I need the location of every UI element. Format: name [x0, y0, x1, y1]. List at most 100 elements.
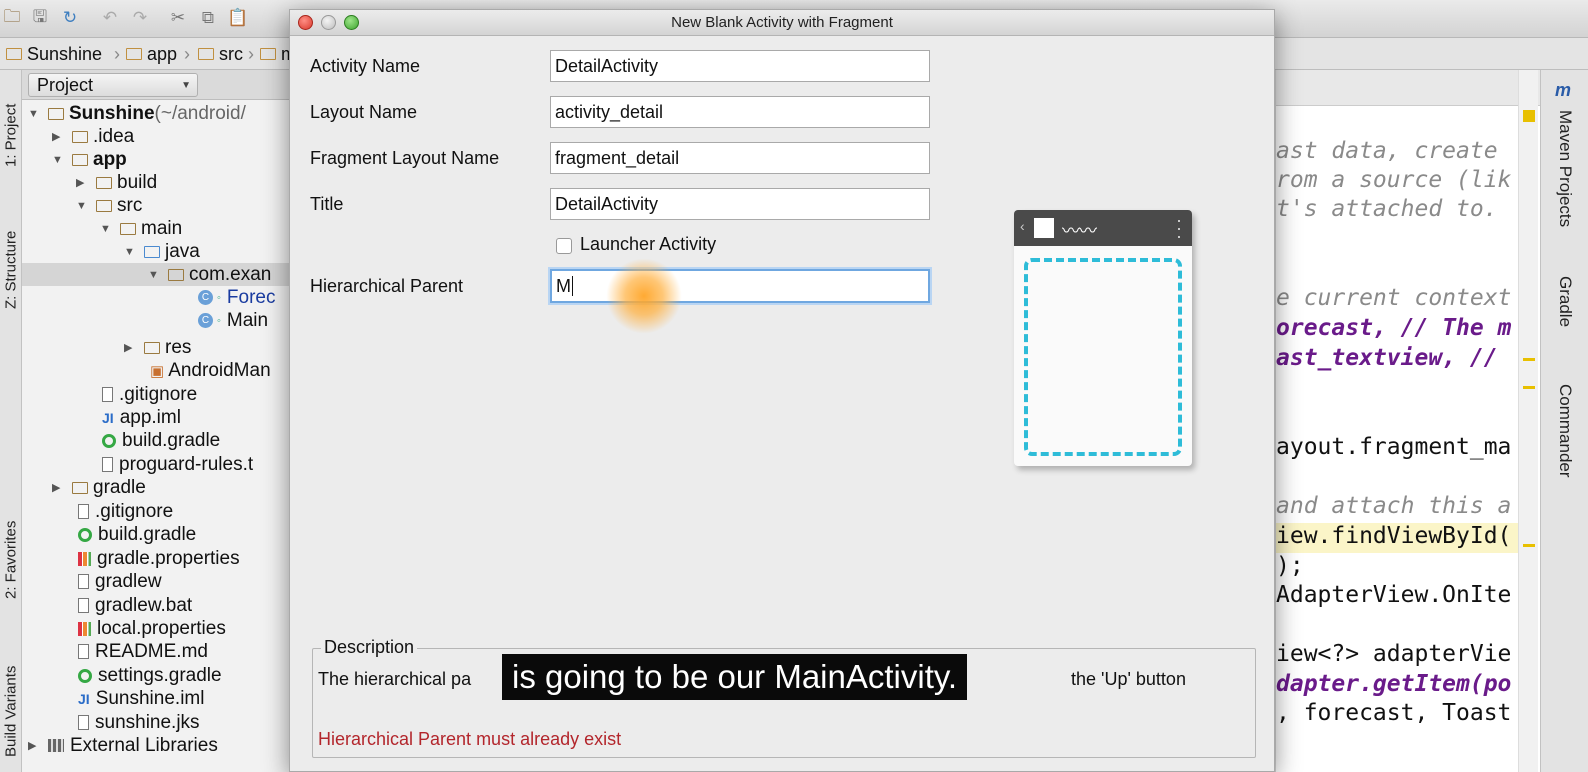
tree-label: .gitignore	[119, 383, 198, 405]
tree-label: gradlew	[95, 570, 162, 592]
warning-marker[interactable]	[1523, 386, 1535, 389]
breadcrumb-item-sunshine[interactable]: Sunshine	[6, 43, 102, 65]
tree-item-sunshine-jks[interactable]: sunshine.jks	[78, 711, 200, 734]
tree-item-sunshine[interactable]: ▼ Sunshine (~/android/	[28, 102, 246, 125]
tree-item-res[interactable]: ▶ res	[124, 336, 191, 359]
cut-icon[interactable]: ✂	[168, 8, 188, 27]
breadcrumb-item-app[interactable]: app	[126, 43, 177, 65]
tree-label: java	[165, 240, 200, 262]
tree-label: sunshine.jks	[95, 711, 200, 733]
tree-item-app-build-gradle[interactable]: build.gradle	[102, 429, 220, 452]
tree-item-root-build-gradle[interactable]: build.gradle	[78, 523, 196, 546]
tree-label: .gitignore	[95, 500, 174, 522]
tree-item-build[interactable]: ▶ build	[76, 171, 157, 194]
collapsed-arrow-icon: ▶	[76, 177, 85, 189]
editor-tab-bar	[1276, 70, 1540, 106]
project-view-selector[interactable]: Project ▼	[28, 73, 198, 97]
tree-item-manifest[interactable]: ▣ AndroidMan	[150, 359, 271, 382]
tab-structure[interactable]: Z: Structure	[0, 210, 22, 330]
class-icon: C	[198, 290, 213, 305]
tree-item-settings-gradle[interactable]: settings.gradle	[78, 664, 222, 687]
class-icon: C	[198, 313, 213, 328]
save-icon[interactable]: 🖫	[30, 7, 50, 27]
tree-item-forecast-fragment[interactable]: C ◦ Forec	[198, 286, 275, 309]
tree-item-app-iml[interactable]: JI app.iml	[102, 406, 181, 429]
fragment-layout-name-field[interactable]: fragment_detail	[550, 142, 930, 174]
access-icon: ◦	[217, 291, 221, 304]
expanded-arrow-icon: ▼	[148, 268, 159, 281]
tree-item-sunshine-iml[interactable]: JI Sunshine.iml	[78, 687, 204, 710]
fragment-placeholder	[1024, 258, 1182, 456]
tree-item-gradle-properties[interactable]: gradle.properties	[78, 547, 240, 570]
paste-icon[interactable]: 📋	[227, 8, 248, 27]
code-editor[interactable]: ast data, create rom a source (lik t's a…	[1276, 70, 1540, 772]
redo-icon[interactable]: ↷	[130, 8, 150, 27]
tree-label: AndroidMan	[168, 359, 271, 381]
file-icon	[102, 387, 113, 402]
module-file-icon: JI	[102, 409, 114, 426]
file-icon	[78, 598, 89, 613]
code-line: );	[1276, 553, 1304, 579]
code-line: orecast, // The m	[1276, 315, 1512, 341]
warning-marker[interactable]	[1523, 110, 1535, 122]
activity-name-field[interactable]: DetailActivity	[550, 50, 930, 82]
tree-item-local-properties[interactable]: local.properties	[78, 617, 226, 640]
tree-item-app-gitignore[interactable]: .gitignore	[102, 383, 197, 406]
tree-label: Main	[226, 309, 269, 331]
tree-item-proguard[interactable]: proguard-rules.t	[102, 453, 253, 476]
undo-icon[interactable]: ↶	[100, 8, 120, 27]
breadcrumb-label: Sunshine	[27, 43, 103, 64]
code-line: and attach this a	[1276, 493, 1512, 519]
chevron-right-icon: ›	[184, 44, 190, 64]
tree-item-idea[interactable]: ▶ .idea	[52, 125, 134, 148]
code-line: dapter.getItem(po	[1276, 671, 1512, 697]
tree-item-src[interactable]: ▼ src	[76, 194, 142, 217]
tree-label-path: (~/android/	[154, 102, 246, 124]
tree-label: settings.gradle	[98, 664, 222, 686]
title-field[interactable]: DetailActivity	[550, 188, 930, 220]
warning-marker[interactable]	[1523, 358, 1535, 361]
tree-label: app	[93, 148, 127, 170]
hierarchical-parent-field[interactable]: M	[550, 269, 930, 303]
expanded-arrow-icon: ▼	[52, 153, 63, 166]
gradle-icon	[78, 668, 92, 683]
open-folder-icon[interactable]: 🗀	[2, 7, 22, 27]
folder-icon	[96, 176, 112, 189]
code-line: iew.findViewById(	[1276, 523, 1520, 553]
tree-item-main-activity[interactable]: C ◦ Main	[198, 309, 268, 332]
launcher-activity-label[interactable]: Launcher Activity	[580, 234, 716, 255]
tab-build-variants[interactable]: Build Variants	[0, 650, 22, 772]
tree-label: Sunshine.iml	[95, 687, 205, 709]
description-text: The hierarchical pa	[318, 669, 472, 689]
folder-icon	[126, 48, 142, 60]
video-caption: is going to be our MainActivity.	[502, 654, 968, 700]
warning-marker[interactable]	[1523, 544, 1535, 547]
collapsed-arrow-icon: ▶	[124, 342, 133, 354]
validation-error-message: Hierarchical Parent must already exist	[318, 729, 622, 749]
tree-item-java[interactable]: ▼ java	[124, 240, 200, 263]
tab-project[interactable]: 1: Project	[0, 80, 22, 190]
gradle-icon	[78, 527, 92, 542]
copy-icon[interactable]: ⧉	[198, 8, 218, 27]
tree-item-external-libraries[interactable]: ▶ External Libraries	[28, 734, 218, 757]
sync-icon[interactable]: ↻	[60, 8, 80, 27]
tab-commander[interactable]: Commander	[1541, 366, 1588, 496]
tree-item-readme[interactable]: README.md	[78, 640, 208, 663]
tab-gradle[interactable]: Gradle	[1541, 262, 1588, 342]
folder-icon	[96, 199, 112, 212]
tree-item-package[interactable]: ▼ com.exan	[22, 263, 290, 286]
tree-item-app[interactable]: ▼ app	[52, 148, 127, 171]
tree-item-main[interactable]: ▼ main	[100, 217, 182, 240]
tree-item-gradle[interactable]: ▶ gradle	[52, 476, 146, 499]
tab-maven-projects[interactable]: Maven Projects	[1541, 104, 1588, 234]
tree-item-gradlew-bat[interactable]: gradlew.bat	[78, 594, 192, 617]
launcher-activity-checkbox[interactable]	[556, 238, 572, 254]
layout-name-field[interactable]: activity_detail	[550, 96, 930, 128]
breadcrumb-item-src[interactable]: src	[198, 43, 243, 65]
tree-item-root-gitignore[interactable]: .gitignore	[78, 500, 173, 523]
tree-item-gradlew[interactable]: gradlew	[78, 570, 162, 593]
collapsed-arrow-icon: ▶	[52, 131, 61, 143]
activity-template-preview: ‹ 〰〰 · · ·	[1014, 210, 1192, 466]
tab-favorites[interactable]: 2: Favorites	[0, 500, 22, 620]
chevron-right-icon: ›	[114, 44, 120, 64]
